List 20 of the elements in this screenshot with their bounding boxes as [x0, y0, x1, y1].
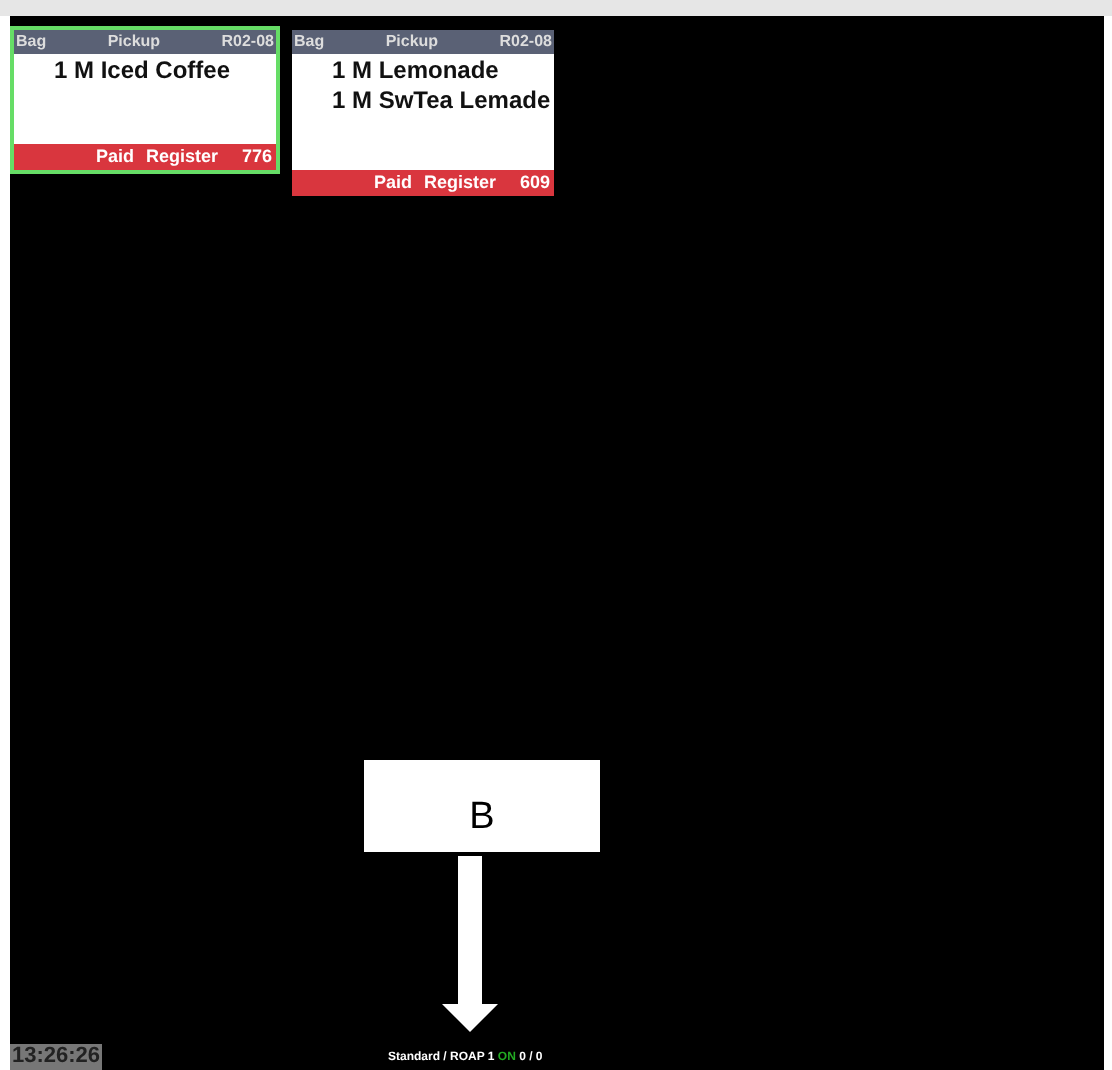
order-item: 1 M Lemonade: [332, 56, 501, 86]
clock: 13:26:26: [10, 1044, 103, 1070]
ticket-mode: Pickup: [107, 30, 161, 54]
order-source: Register: [423, 170, 496, 196]
ticket-mode: Pickup: [385, 30, 439, 54]
ticket-type: Bag: [16, 30, 47, 54]
order-ticket[interactable]: Bag Pickup R02-08 1 M Lemonade 1 M SwTea Lemade Paid Register 609: [288, 26, 558, 200]
order-number: 776: [241, 144, 272, 170]
order-item: 1 M SwTea Lemade: [332, 86, 553, 116]
payment-status: Paid: [95, 144, 134, 170]
order-ticket[interactable]: Bag Pickup R02-08 1 M Iced Coffee Paid Register 776: [10, 26, 280, 174]
ticket-type: Bag: [294, 30, 325, 54]
annotation-label: B: [469, 793, 495, 842]
order-item: 1 M Iced Coffee: [54, 56, 233, 86]
ticket-station: R02-08: [499, 30, 552, 54]
ticket-station: R02-08: [221, 30, 274, 54]
arrow-icon: [442, 856, 498, 1032]
order-number: 609: [519, 170, 550, 196]
order-source: Register: [145, 144, 218, 170]
payment-status: Paid: [373, 170, 412, 196]
